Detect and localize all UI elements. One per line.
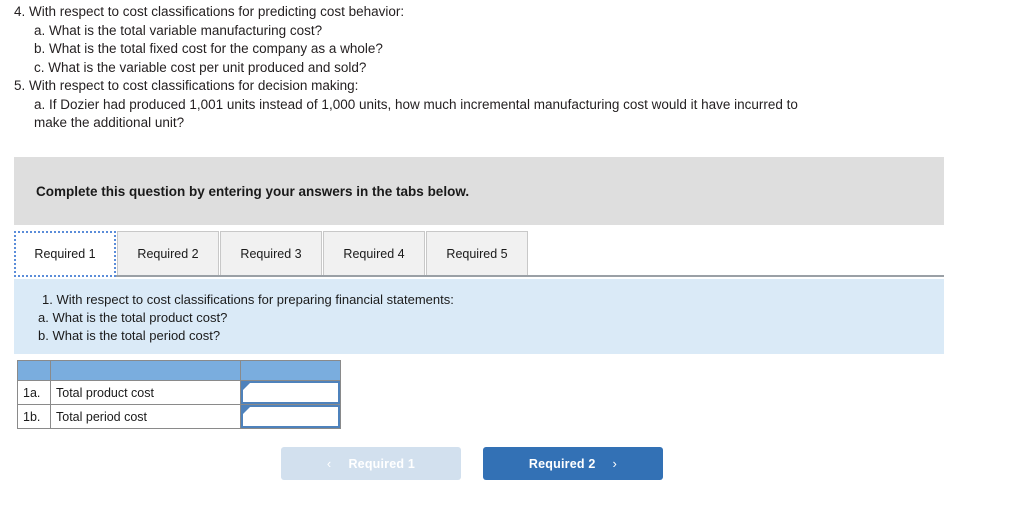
prompt-line-4a: a. What is the total variable manufactur… <box>34 22 323 38</box>
tab-required-2-label: Required 2 <box>137 246 199 261</box>
row-value-cell-1a[interactable] <box>240 380 341 405</box>
row-description-1b: Total period cost <box>50 404 241 429</box>
prompt-line-4b: b. What is the total fixed cost for the … <box>34 41 383 56</box>
tab-required-4[interactable]: Required 4 <box>323 231 425 275</box>
chevron-left-icon: ‹ <box>326 456 332 471</box>
input-wrapper-1a <box>241 381 340 404</box>
input-wrapper-1b <box>241 405 340 428</box>
row-label-1b: 1b. <box>17 404 51 429</box>
instruction-text: Complete this question by entering your … <box>36 183 470 199</box>
tab-strip: Required 1 Required 2 Required 3 Require… <box>14 231 944 277</box>
tab-required-3-label: Required 3 <box>240 246 302 261</box>
tab-required-1-label: Required 1 <box>34 247 96 261</box>
tab-required-4-label: Required 4 <box>343 246 405 261</box>
next-required-2-button[interactable]: Required 2 › <box>483 447 663 480</box>
prompt-line-5a-cont: make the additional unit? <box>34 115 185 130</box>
answer-table: 1a. Total product cost 1b. Total period … <box>17 360 341 429</box>
question-panel-heading: 1. With respect to cost classifications … <box>42 292 454 307</box>
table-header-row <box>17 360 341 381</box>
question-panel-sub-b: b. What is the total period cost? <box>38 328 221 343</box>
corner-triangle-icon <box>243 407 250 414</box>
tab-required-5[interactable]: Required 5 <box>426 231 528 275</box>
prompt-line-5a: a. If Dozier had produced 1,001 units in… <box>34 96 798 112</box>
prompt-line-4c: c. What is the variable cost per unit pr… <box>34 59 367 75</box>
prev-button-label: Required 1 <box>348 456 416 471</box>
question-prompt: 4. With respect to cost classifications … <box>0 0 1024 133</box>
tab-required-5-label: Required 5 <box>446 246 508 261</box>
corner-triangle-icon <box>243 383 250 390</box>
table-header-cell-label <box>17 360 51 381</box>
row-description-1a: Total product cost <box>50 380 241 405</box>
table-header-cell-description <box>50 360 241 381</box>
total-period-cost-input[interactable] <box>243 407 338 426</box>
row-value-cell-1b[interactable] <box>240 404 341 429</box>
tab-required-2[interactable]: Required 2 <box>117 231 219 275</box>
chevron-right-icon: › <box>612 456 618 471</box>
table-row: 1a. Total product cost <box>17 380 341 405</box>
prev-required-1-button[interactable]: ‹ Required 1 <box>281 447 461 480</box>
prompt-line-5: 5. With respect to cost classifications … <box>14 78 359 93</box>
total-product-cost-input[interactable] <box>243 383 338 402</box>
question-panel: 1. With respect to cost classifications … <box>14 279 944 354</box>
question-panel-sub-a: a. What is the total product cost? <box>38 310 228 325</box>
next-button-label: Required 2 <box>528 456 596 471</box>
row-label-1a: 1a. <box>17 380 51 405</box>
table-row: 1b. Total period cost <box>17 404 341 429</box>
tab-required-1[interactable]: Required 1 <box>14 231 116 277</box>
instruction-banner: Complete this question by entering your … <box>14 157 944 225</box>
navigation-buttons: ‹ Required 1 Required 2 › <box>281 447 663 480</box>
prompt-line-4: 4. With respect to cost classifications … <box>14 4 405 19</box>
tab-required-3[interactable]: Required 3 <box>220 231 322 275</box>
table-header-cell-value <box>240 360 341 381</box>
